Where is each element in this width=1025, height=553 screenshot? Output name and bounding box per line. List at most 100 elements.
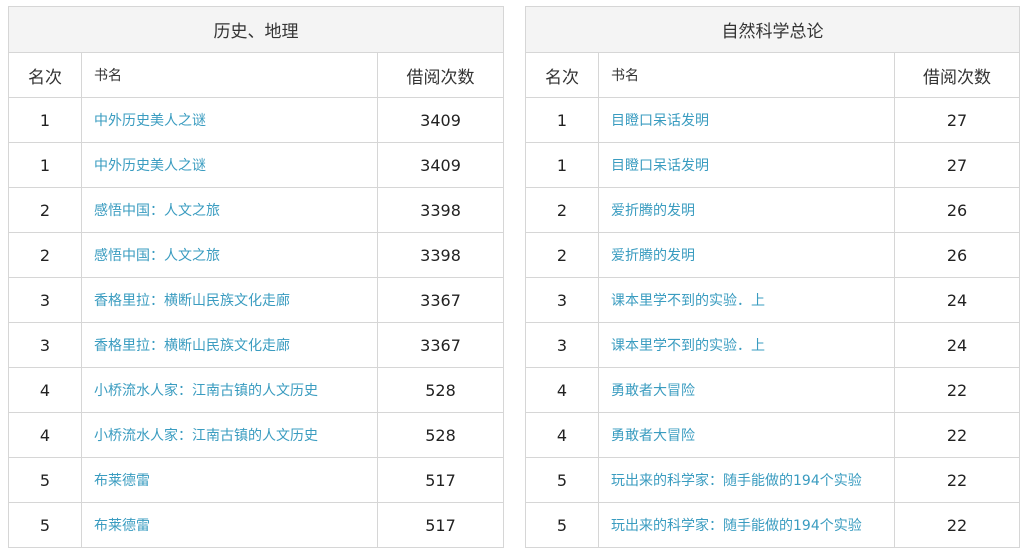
table-row: 5 玩出来的科学家：随手能做的194个实验 22: [525, 457, 1021, 503]
table-title: 历史、地理: [7, 6, 505, 53]
book-link[interactable]: 目瞪口呆话发明: [611, 158, 709, 174]
rank-cell: 3: [8, 277, 82, 323]
rank-cell: 4: [8, 412, 82, 458]
table-row: 2 爱折腾的发明 26: [525, 187, 1021, 233]
rank-cell: 2: [525, 187, 599, 233]
rank-cell: 5: [8, 457, 82, 503]
book-link[interactable]: 玩出来的科学家：随手能做的194个实验: [611, 518, 862, 534]
borrow-count-cell: 3398: [376, 187, 505, 233]
book-name-cell: 感悟中国：人文之旅: [81, 187, 378, 233]
column-header-book-name: 书名: [598, 52, 895, 98]
table-row: 1 中外历史美人之谜 3409: [8, 97, 505, 143]
book-name-cell: 中外历史美人之谜: [81, 142, 378, 188]
rank-cell: 4: [525, 367, 599, 413]
borrow-count-cell: 517: [376, 457, 505, 503]
borrow-count-cell: 27: [893, 142, 1021, 188]
borrow-count-cell: 22: [893, 457, 1021, 503]
book-link[interactable]: 布莱德雷: [94, 473, 150, 489]
borrow-count-cell: 3367: [376, 322, 505, 368]
table-row: 4 小桥流水人家：江南古镇的人文历史 528: [8, 367, 505, 413]
borrow-count-cell: 26: [893, 232, 1021, 278]
table-row: 3 课本里学不到的实验．上 24: [525, 277, 1021, 323]
rank-cell: 5: [8, 502, 82, 548]
rank-cell: 1: [8, 142, 82, 188]
table-row: 5 布莱德雷 517: [8, 502, 505, 548]
table-row: 1 目瞪口呆话发明 27: [525, 142, 1021, 188]
table-row: 1 目瞪口呆话发明 27: [525, 97, 1021, 143]
rank-cell: 3: [8, 322, 82, 368]
book-name-cell: 课本里学不到的实验．上: [598, 322, 895, 368]
table-row: 3 香格里拉：横断山民族文化走廊 3367: [8, 322, 505, 368]
borrow-count-cell: 22: [893, 367, 1021, 413]
table-title: 自然科学总论: [524, 6, 1021, 53]
book-link[interactable]: 爱折腾的发明: [611, 203, 695, 219]
book-name-cell: 勇敢者大冒险: [598, 367, 895, 413]
book-name-cell: 目瞪口呆话发明: [598, 142, 895, 188]
borrow-count-cell: 26: [893, 187, 1021, 233]
table-row: 4 勇敢者大冒险 22: [525, 412, 1021, 458]
borrow-count-cell: 22: [893, 502, 1021, 548]
book-link[interactable]: 小桥流水人家：江南古镇的人文历史: [94, 383, 318, 399]
borrow-count-cell: 27: [893, 97, 1021, 143]
rank-cell: 3: [525, 322, 599, 368]
book-name-cell: 玩出来的科学家：随手能做的194个实验: [598, 502, 895, 548]
book-name-cell: 爱折腾的发明: [598, 187, 895, 233]
rank-cell: 4: [8, 367, 82, 413]
rank-cell: 2: [8, 187, 82, 233]
book-name-cell: 小桥流水人家：江南古镇的人文历史: [81, 412, 378, 458]
book-link[interactable]: 香格里拉：横断山民族文化走廊: [94, 293, 290, 309]
book-link[interactable]: 目瞪口呆话发明: [611, 113, 709, 129]
book-link[interactable]: 课本里学不到的实验．上: [611, 338, 765, 354]
book-name-cell: 感悟中国：人文之旅: [81, 232, 378, 278]
book-link[interactable]: 中外历史美人之谜: [94, 113, 206, 129]
rank-cell: 3: [525, 277, 599, 323]
book-link[interactable]: 勇敢者大冒险: [611, 383, 695, 399]
book-name-cell: 布莱德雷: [81, 457, 378, 503]
borrow-count-cell: 3409: [376, 142, 505, 188]
borrow-count-cell: 3398: [376, 232, 505, 278]
table-row: 5 玩出来的科学家：随手能做的194个实验 22: [525, 502, 1021, 548]
column-header-rank: 名次: [525, 52, 599, 98]
borrow-count-cell: 3367: [376, 277, 505, 323]
borrow-count-cell: 3409: [376, 97, 505, 143]
rank-cell: 2: [8, 232, 82, 278]
column-header-borrow-count: 借阅次数: [376, 52, 505, 98]
column-header-book-name: 书名: [81, 52, 378, 98]
book-link[interactable]: 感悟中国：人文之旅: [94, 248, 220, 264]
table-row: 1 中外历史美人之谜 3409: [8, 142, 505, 188]
book-link[interactable]: 课本里学不到的实验．上: [611, 293, 765, 309]
book-link[interactable]: 小桥流水人家：江南古镇的人文历史: [94, 428, 318, 444]
borrow-count-cell: 22: [893, 412, 1021, 458]
table-row: 2 感悟中国：人文之旅 3398: [8, 232, 505, 278]
column-header-rank: 名次: [8, 52, 82, 98]
table-row: 2 感悟中国：人文之旅 3398: [8, 187, 505, 233]
book-link[interactable]: 玩出来的科学家：随手能做的194个实验: [611, 473, 862, 489]
book-name-cell: 爱折腾的发明: [598, 232, 895, 278]
table-row: 3 香格里拉：横断山民族文化走廊 3367: [8, 277, 505, 323]
book-link[interactable]: 中外历史美人之谜: [94, 158, 206, 174]
table-row: 3 课本里学不到的实验．上 24: [525, 322, 1021, 368]
book-link[interactable]: 爱折腾的发明: [611, 248, 695, 264]
borrow-count-cell: 24: [893, 277, 1021, 323]
borrow-count-cell: 528: [376, 412, 505, 458]
ranking-table-history-geography: 历史、地理 名次 书名 借阅次数 1 中外历史美人之谜 3409 1 中外历史美…: [7, 6, 505, 548]
rank-cell: 2: [525, 232, 599, 278]
book-name-cell: 香格里拉：横断山民族文化走廊: [81, 322, 378, 368]
ranking-table-natural-science: 自然科学总论 名次 书名 借阅次数 1 目瞪口呆话发明 27 1 目瞪口呆话发明…: [524, 6, 1021, 548]
book-name-cell: 香格里拉：横断山民族文化走廊: [81, 277, 378, 323]
borrow-count-cell: 24: [893, 322, 1021, 368]
book-link[interactable]: 布莱德雷: [94, 518, 150, 534]
book-name-cell: 小桥流水人家：江南古镇的人文历史: [81, 367, 378, 413]
table-row: 4 勇敢者大冒险 22: [525, 367, 1021, 413]
book-name-cell: 目瞪口呆话发明: [598, 97, 895, 143]
book-link[interactable]: 勇敢者大冒险: [611, 428, 695, 444]
rank-cell: 4: [525, 412, 599, 458]
book-name-cell: 布莱德雷: [81, 502, 378, 548]
book-link[interactable]: 感悟中国：人文之旅: [94, 203, 220, 219]
rank-cell: 1: [525, 97, 599, 143]
table-row: 4 小桥流水人家：江南古镇的人文历史 528: [8, 412, 505, 458]
book-link[interactable]: 香格里拉：横断山民族文化走廊: [94, 338, 290, 354]
book-name-cell: 勇敢者大冒险: [598, 412, 895, 458]
borrow-count-cell: 517: [376, 502, 505, 548]
table-row: 2 爱折腾的发明 26: [525, 232, 1021, 278]
